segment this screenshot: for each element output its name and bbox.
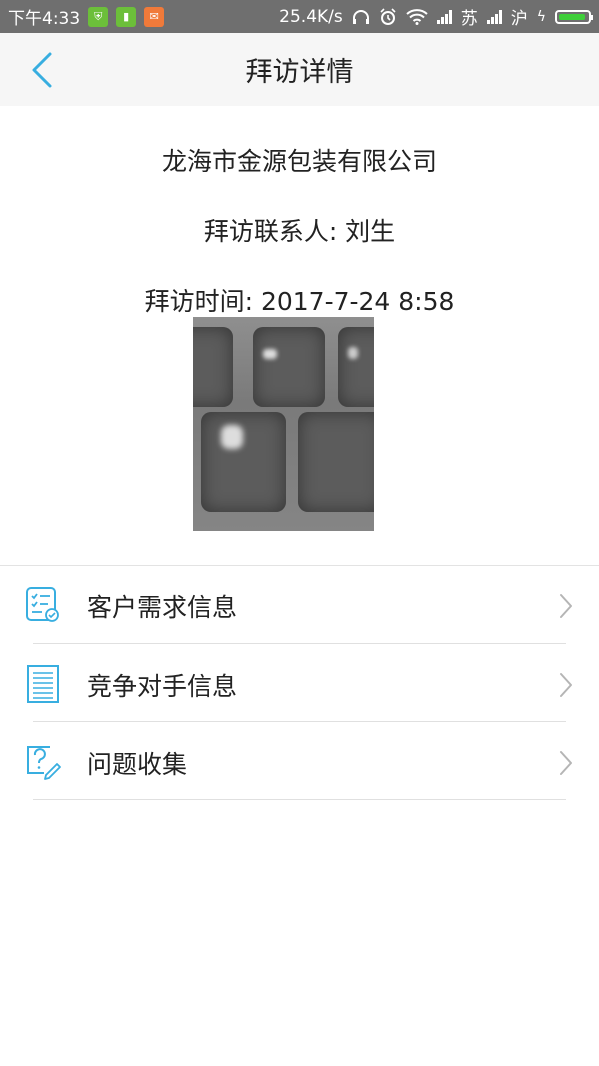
company-name: 龙海市金源包装有限公司 [161, 147, 437, 176]
chevron-right-icon [560, 594, 572, 618]
checklist-icon [26, 587, 59, 622]
menu-item-label: 竞争对手信息 [87, 672, 238, 701]
visit-time: 拜访时间: 2017-7-24 8:58 [144, 287, 455, 316]
divider [33, 721, 566, 722]
status-time: 下午4:33 [8, 9, 81, 29]
signal-icon [486, 9, 502, 24]
carrier-2: 沪 [510, 9, 528, 29]
charging-icon: ϟ [536, 8, 546, 25]
menu-item-competitor-info[interactable]: 竞争对手信息 [0, 645, 599, 723]
shield-icon: ⛨ [88, 6, 109, 27]
visit-contact: 拜访联系人: 刘生 [203, 217, 396, 246]
status-bar: 下午4:33 ⛨ ▮ ✉ 25.4K/s 苏 沪 ϟ [0, 0, 599, 33]
shop-icon: ✉ [144, 6, 165, 27]
battery-icon [555, 9, 593, 24]
menu-item-label: 问题收集 [87, 750, 188, 779]
menu-item-customer-needs[interactable]: 客户需求信息 [0, 566, 599, 644]
header: 拜访详情 [0, 33, 599, 106]
page-title: 拜访详情 [245, 57, 354, 88]
alarm-icon [380, 7, 396, 25]
wifi-icon [406, 8, 428, 25]
chevron-right-icon [560, 673, 572, 697]
divider [33, 799, 566, 800]
network-speed: 25.4K/s [279, 6, 343, 27]
menu-item-label: 客户需求信息 [87, 593, 238, 622]
visit-photo[interactable] [193, 317, 374, 531]
menu-item-issue-collection[interactable]: 问题收集 [0, 723, 599, 801]
back-button[interactable] [26, 51, 60, 89]
chevron-right-icon [560, 751, 572, 775]
document-icon [27, 665, 59, 703]
signal-icon [436, 9, 452, 24]
battery-app-icon: ▮ [116, 6, 137, 27]
headphone-icon [352, 9, 369, 24]
carrier-1: 苏 [460, 9, 478, 29]
question-edit-icon [27, 746, 61, 780]
divider [33, 643, 566, 644]
chevron-left-icon [32, 52, 52, 88]
